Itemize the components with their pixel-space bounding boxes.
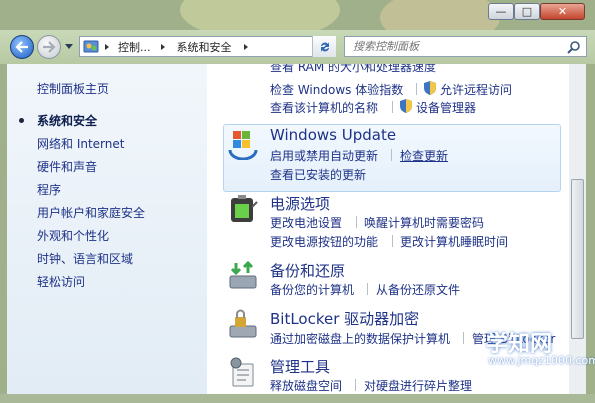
uac-shield-icon xyxy=(400,99,412,113)
backup-restore-title[interactable]: 备份和还原 xyxy=(270,260,345,281)
close-icon: ✕ xyxy=(557,5,568,18)
breadcrumb-control-panel[interactable]: 控制... xyxy=(118,39,151,55)
sidebar-item-clock-language[interactable]: 时钟、语言和区域 xyxy=(37,250,133,267)
admin-tools-icon xyxy=(230,357,254,387)
search-input[interactable] xyxy=(345,37,568,56)
watermark-url: www.jmqz1000.com xyxy=(488,354,595,367)
sidebar-item-ease-of-access[interactable]: 轻松访问 xyxy=(37,273,85,290)
refresh-button[interactable] xyxy=(312,36,336,57)
sidebar-item-hardware[interactable]: 硬件和声音 xyxy=(37,158,97,175)
link-restore-files[interactable]: 从备份还原文件 xyxy=(376,281,460,298)
minimize-button[interactable]: — xyxy=(488,3,514,20)
sidebar-item-network[interactable]: 网络和 Internet xyxy=(37,135,124,152)
link-separator xyxy=(392,101,393,113)
active-bullet-icon xyxy=(19,118,24,123)
link-separator xyxy=(367,283,368,295)
search-box xyxy=(344,36,587,57)
link-separator xyxy=(392,235,393,247)
link-separator xyxy=(463,332,464,344)
uac-shield-icon xyxy=(424,81,436,95)
back-button[interactable] xyxy=(10,35,34,59)
maximize-icon: □ xyxy=(521,5,533,18)
link-view-installed-updates[interactable]: 查看已安装的更新 xyxy=(270,166,366,183)
minimize-icon: — xyxy=(495,5,507,18)
link-require-password-wake[interactable]: 唤醒计算机时需要密码 xyxy=(364,214,484,231)
power-options-icon xyxy=(231,195,258,222)
windows-update-title[interactable]: Windows Update xyxy=(270,126,396,144)
link-free-disk-space[interactable]: 释放磁盘空间 xyxy=(270,377,342,394)
power-options-title[interactable]: 电源选项 xyxy=(270,193,330,214)
sidebar-item-system-security[interactable]: 系统和安全 xyxy=(37,112,97,129)
link-change-sleep-time[interactable]: 更改计算机睡眠时间 xyxy=(400,233,508,250)
sidebar-item-user-accounts[interactable]: 用户帐户和家庭安全 xyxy=(37,204,145,221)
link-allow-remote-access[interactable]: 允许远程访问 xyxy=(440,81,512,98)
link-change-battery-settings[interactable]: 更改电池设置 xyxy=(270,214,342,231)
bitlocker-icon xyxy=(229,309,257,338)
back-arrow-icon xyxy=(15,41,28,53)
forward-arrow-icon xyxy=(43,41,56,53)
link-separator xyxy=(355,379,356,391)
forward-button[interactable] xyxy=(37,35,61,59)
address-bar[interactable]: 控制... 系统和安全 xyxy=(79,36,336,57)
link-separator xyxy=(416,83,417,95)
sidebar-item-programs[interactable]: 程序 xyxy=(37,181,61,198)
link-defragment-disk[interactable]: 对硬盘进行碎片整理 xyxy=(364,377,472,394)
link-device-manager[interactable]: 设备管理器 xyxy=(416,99,476,116)
link-backup-computer[interactable]: 备份您的计算机 xyxy=(270,281,354,298)
scrollbar-thumb[interactable] xyxy=(571,179,584,339)
link-check-experience-index[interactable]: 检查 Windows 体验指数 xyxy=(270,81,403,98)
link-toggle-auto-update[interactable]: 启用或禁用自动更新 xyxy=(270,147,378,164)
link-encrypt-disk[interactable]: 通过加密磁盘上的数据保护计算机 xyxy=(270,330,450,347)
bitlocker-title[interactable]: BitLocker 驱动器加密 xyxy=(270,308,419,329)
sidebar-item-home[interactable]: 控制面板主页 xyxy=(37,80,109,97)
history-dropdown-icon[interactable] xyxy=(65,44,73,50)
link-power-button-function[interactable]: 更改电源按钮的功能 xyxy=(270,233,378,250)
refresh-icon xyxy=(320,41,329,52)
sidebar: 控制面板主页 系统和安全 网络和 Internet 硬件和声音 程序 用户帐户和… xyxy=(7,64,207,394)
window-frame-bottom xyxy=(0,394,595,403)
navigation-bar: 控制... 系统和安全 xyxy=(0,30,595,64)
link-view-ram[interactable]: 查看 RAM 的大小和处理器速度 xyxy=(270,64,436,75)
maximize-button[interactable]: □ xyxy=(514,3,540,20)
link-view-computer-name[interactable]: 查看该计算机的名称 xyxy=(270,99,378,116)
breadcrumb-chevron-icon xyxy=(160,43,165,50)
title-bar: — □ ✕ xyxy=(0,0,595,30)
search-icon[interactable] xyxy=(567,40,581,54)
sidebar-item-appearance[interactable]: 外观和个性化 xyxy=(37,227,109,244)
link-separator xyxy=(356,216,357,228)
link-separator xyxy=(391,149,392,161)
backup-restore-icon xyxy=(229,260,257,289)
windows-update-icon xyxy=(228,131,258,160)
breadcrumb-system-security[interactable]: 系统和安全 xyxy=(177,39,232,55)
breadcrumb-chevron-icon xyxy=(105,43,109,50)
breadcrumb-chevron-icon xyxy=(243,43,248,50)
link-check-updates[interactable]: 检查更新 xyxy=(400,147,448,164)
close-button[interactable]: ✕ xyxy=(540,3,585,20)
control-panel-icon xyxy=(83,40,99,52)
admin-tools-title[interactable]: 管理工具 xyxy=(270,356,330,377)
watermark: 学知网 www.jmqz1000.com xyxy=(470,322,595,372)
